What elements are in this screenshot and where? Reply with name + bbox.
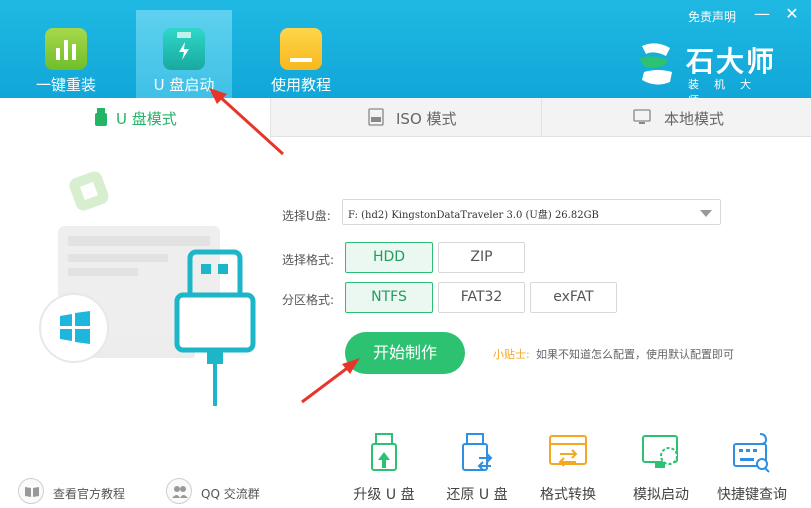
tab-local-mode[interactable]: 本地模式 (542, 98, 811, 137)
tool-simulate-boot-label: 模拟启动 (633, 487, 689, 503)
partition-option-exfat[interactable]: exFAT (530, 282, 617, 313)
usb-restore-icon (462, 433, 493, 471)
tool-upgrade-usb[interactable]: 升级 U 盘 (343, 432, 425, 504)
brand: 石大师 装机大师 (636, 40, 786, 107)
tool-upgrade-usb-label: 升级 U 盘 (353, 487, 415, 503)
tab-iso-mode-label: ISO 模式 (396, 110, 457, 128)
usb-upgrade-icon (371, 433, 397, 471)
usb-drive-icon (95, 108, 107, 126)
nav-reinstall-label: 一键重装 (35, 76, 96, 94)
tool-restore-usb[interactable]: 还原 U 盘 (436, 432, 518, 504)
tool-format-convert[interactable]: 格式转换 (527, 432, 609, 504)
chevron-down-icon (700, 210, 712, 217)
simulate-boot-icon (642, 435, 678, 468)
mode-tabs: U 盘模式 ISO 模式 本地模式 (0, 98, 811, 138)
official-tutorial-label: 查看官方教程 (53, 487, 126, 501)
minimize-button[interactable]: — (752, 4, 772, 24)
usb-select-value: F: (hd2) KingstonDataTraveler 3.0 (U盘) 2… (348, 210, 599, 221)
partition-label: 分区格式: (282, 293, 335, 307)
brand-logo-icon (640, 43, 672, 85)
tab-usb-mode-label: U 盘模式 (116, 110, 177, 128)
iso-file-icon (368, 108, 384, 126)
tool-restore-usb-label: 还原 U 盘 (446, 487, 508, 503)
tip-key: 小贴士: (493, 348, 530, 361)
brand-name: 石大师 (686, 45, 777, 78)
format-convert-icon (549, 435, 587, 467)
tool-simulate-boot[interactable]: 模拟启动 (620, 432, 702, 504)
qq-group-label: QQ 交流群 (201, 487, 260, 501)
format-option-hdd[interactable]: HDD (345, 242, 433, 273)
bar-chart-icon (45, 28, 87, 70)
nav-tutorial[interactable]: 使用教程 (253, 10, 349, 98)
tool-format-convert-label: 格式转换 (540, 487, 596, 503)
partition-option-fat32[interactable]: FAT32 (438, 282, 525, 313)
qq-group-icon (166, 478, 192, 504)
format-option-zip[interactable]: ZIP (438, 242, 525, 273)
partition-option-ntfs[interactable]: NTFS (345, 282, 433, 313)
tab-iso-mode[interactable]: ISO 模式 (271, 98, 541, 137)
tilted-windows-badge-icon (69, 171, 109, 211)
monitor-icon (633, 109, 651, 124)
usb-illustration (39, 171, 256, 406)
usb-select[interactable]: F: (hd2) KingstonDataTraveler 3.0 (U盘) 2… (342, 199, 721, 225)
red-arrow-annotation (301, 358, 360, 404)
usb-flash-icon (163, 28, 205, 70)
nav-usb-boot[interactable]: U 盘启动 (136, 10, 232, 98)
usb-select-label: 选择U盘: (282, 209, 331, 223)
tip-text: 如果不知道怎么配置，使用默认配置即可 (536, 348, 734, 361)
disclaimer-link[interactable]: 免责声明 (688, 8, 736, 25)
tool-hotkey-query[interactable]: 快捷键查询 (711, 432, 793, 504)
tab-local-mode-label: 本地模式 (664, 110, 725, 128)
book-open-icon (18, 478, 44, 504)
header-bar: 一键重装 U 盘启动 使用教程 免责声明 — ✕ 石大师 装机大师 (0, 0, 811, 107)
close-button[interactable]: ✕ (782, 4, 802, 24)
book-icon (280, 28, 322, 70)
format-label: 选择格式: (282, 253, 335, 267)
tool-hotkey-query-label: 快捷键查询 (717, 487, 787, 503)
red-arrow-annotation (209, 88, 285, 156)
nav-reinstall[interactable]: 一键重装 (18, 10, 114, 98)
keyboard-search-icon (733, 433, 770, 473)
windows-logo-icon (39, 293, 109, 363)
